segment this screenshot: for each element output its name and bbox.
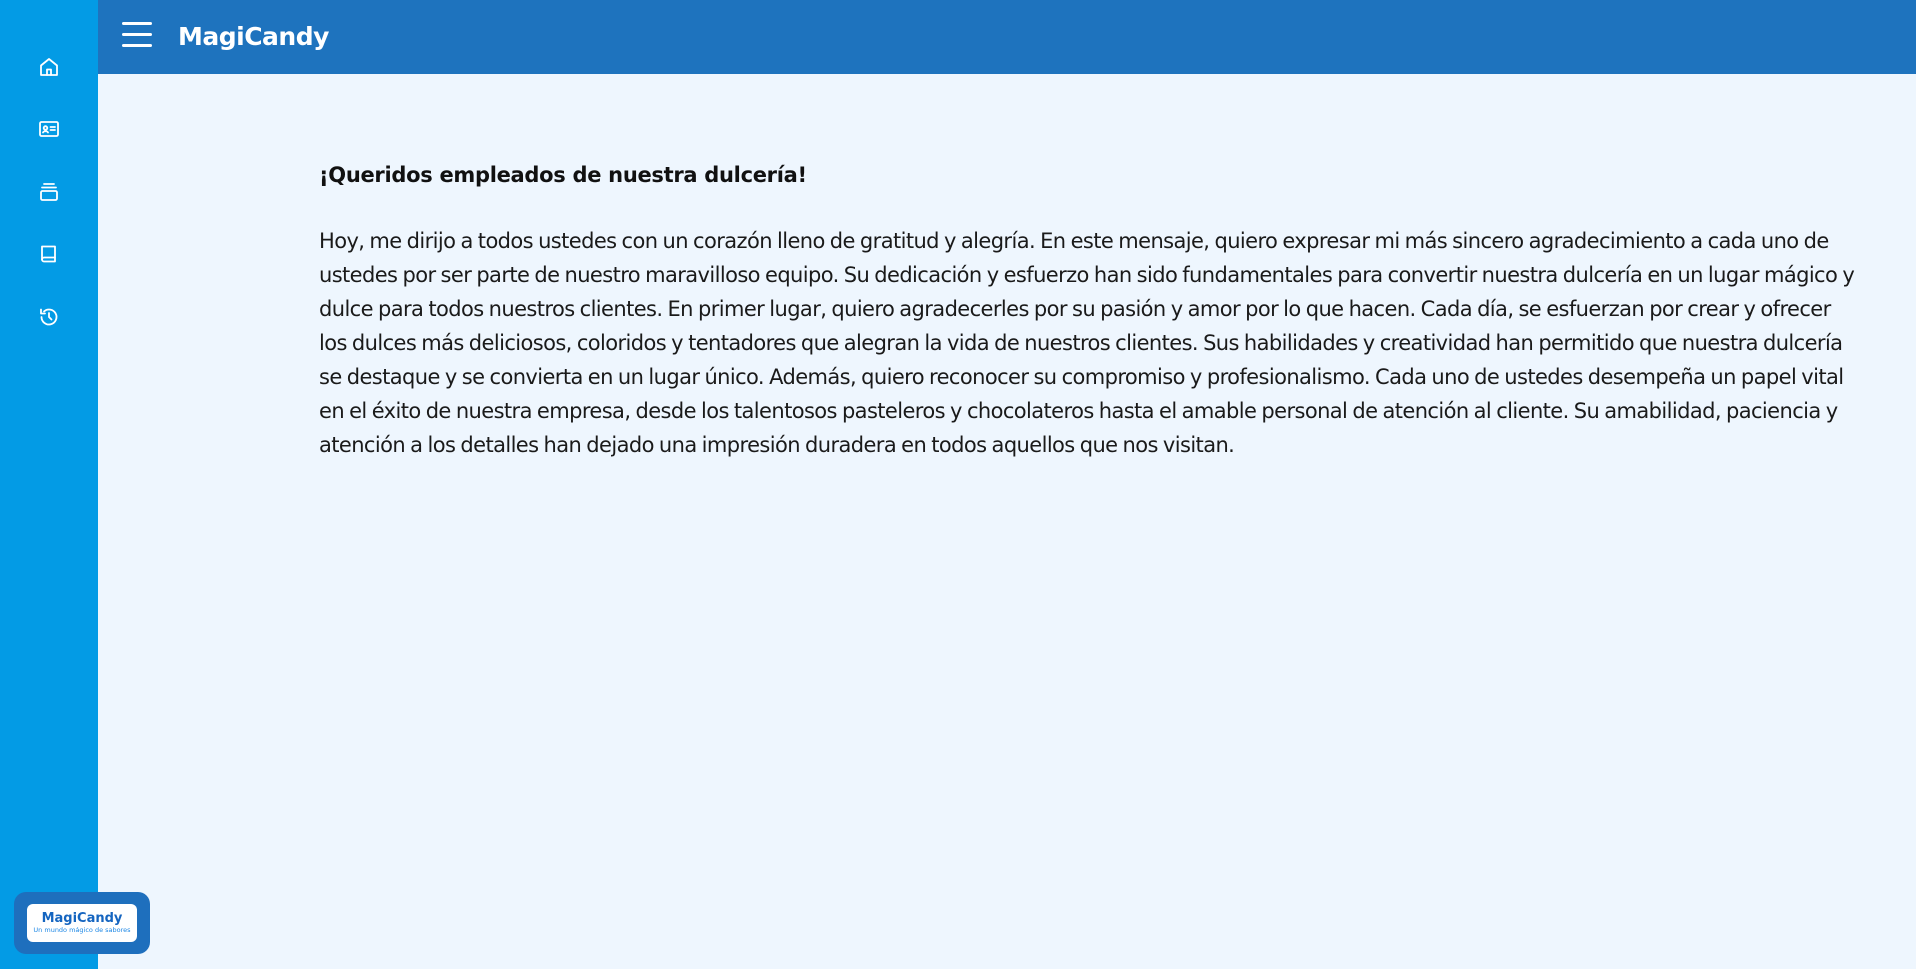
hamburger-menu-icon[interactable] bbox=[122, 22, 152, 48]
main-content: ¡Queridos empleados de nuestra dulcería!… bbox=[319, 158, 1859, 462]
stack-icon bbox=[40, 183, 58, 201]
sidebar-item-profile[interactable] bbox=[0, 105, 98, 153]
message-paragraph: Hoy, me dirijo a todos ustedes con un co… bbox=[319, 229, 1855, 457]
sidebar-item-history[interactable] bbox=[0, 293, 98, 341]
home-icon bbox=[40, 58, 58, 76]
brand-logo: MagiCandy Un mundo mágico de sabores bbox=[27, 904, 137, 942]
logo-brand-text: MagiCandy bbox=[41, 911, 123, 926]
logo-tagline: Un mundo mágico de sabores bbox=[33, 926, 131, 934]
book-icon bbox=[41, 245, 56, 263]
sidebar-item-catalog[interactable] bbox=[0, 230, 98, 278]
sidebar-item-inventory[interactable] bbox=[0, 168, 98, 216]
sidebar-item-home[interactable] bbox=[0, 43, 98, 91]
id-card-icon bbox=[39, 121, 59, 137]
history-icon bbox=[40, 308, 58, 326]
top-app-bar: MagiCandy bbox=[98, 0, 1916, 74]
sidebar-nav: MagiCandy Un mundo mágico de sabores bbox=[0, 0, 150, 969]
brand-logo-card: MagiCandy Un mundo mágico de sabores bbox=[14, 892, 150, 954]
greeting-heading: ¡Queridos empleados de nuestra dulcería! bbox=[319, 163, 807, 187]
app-title: MagiCandy bbox=[178, 22, 329, 51]
